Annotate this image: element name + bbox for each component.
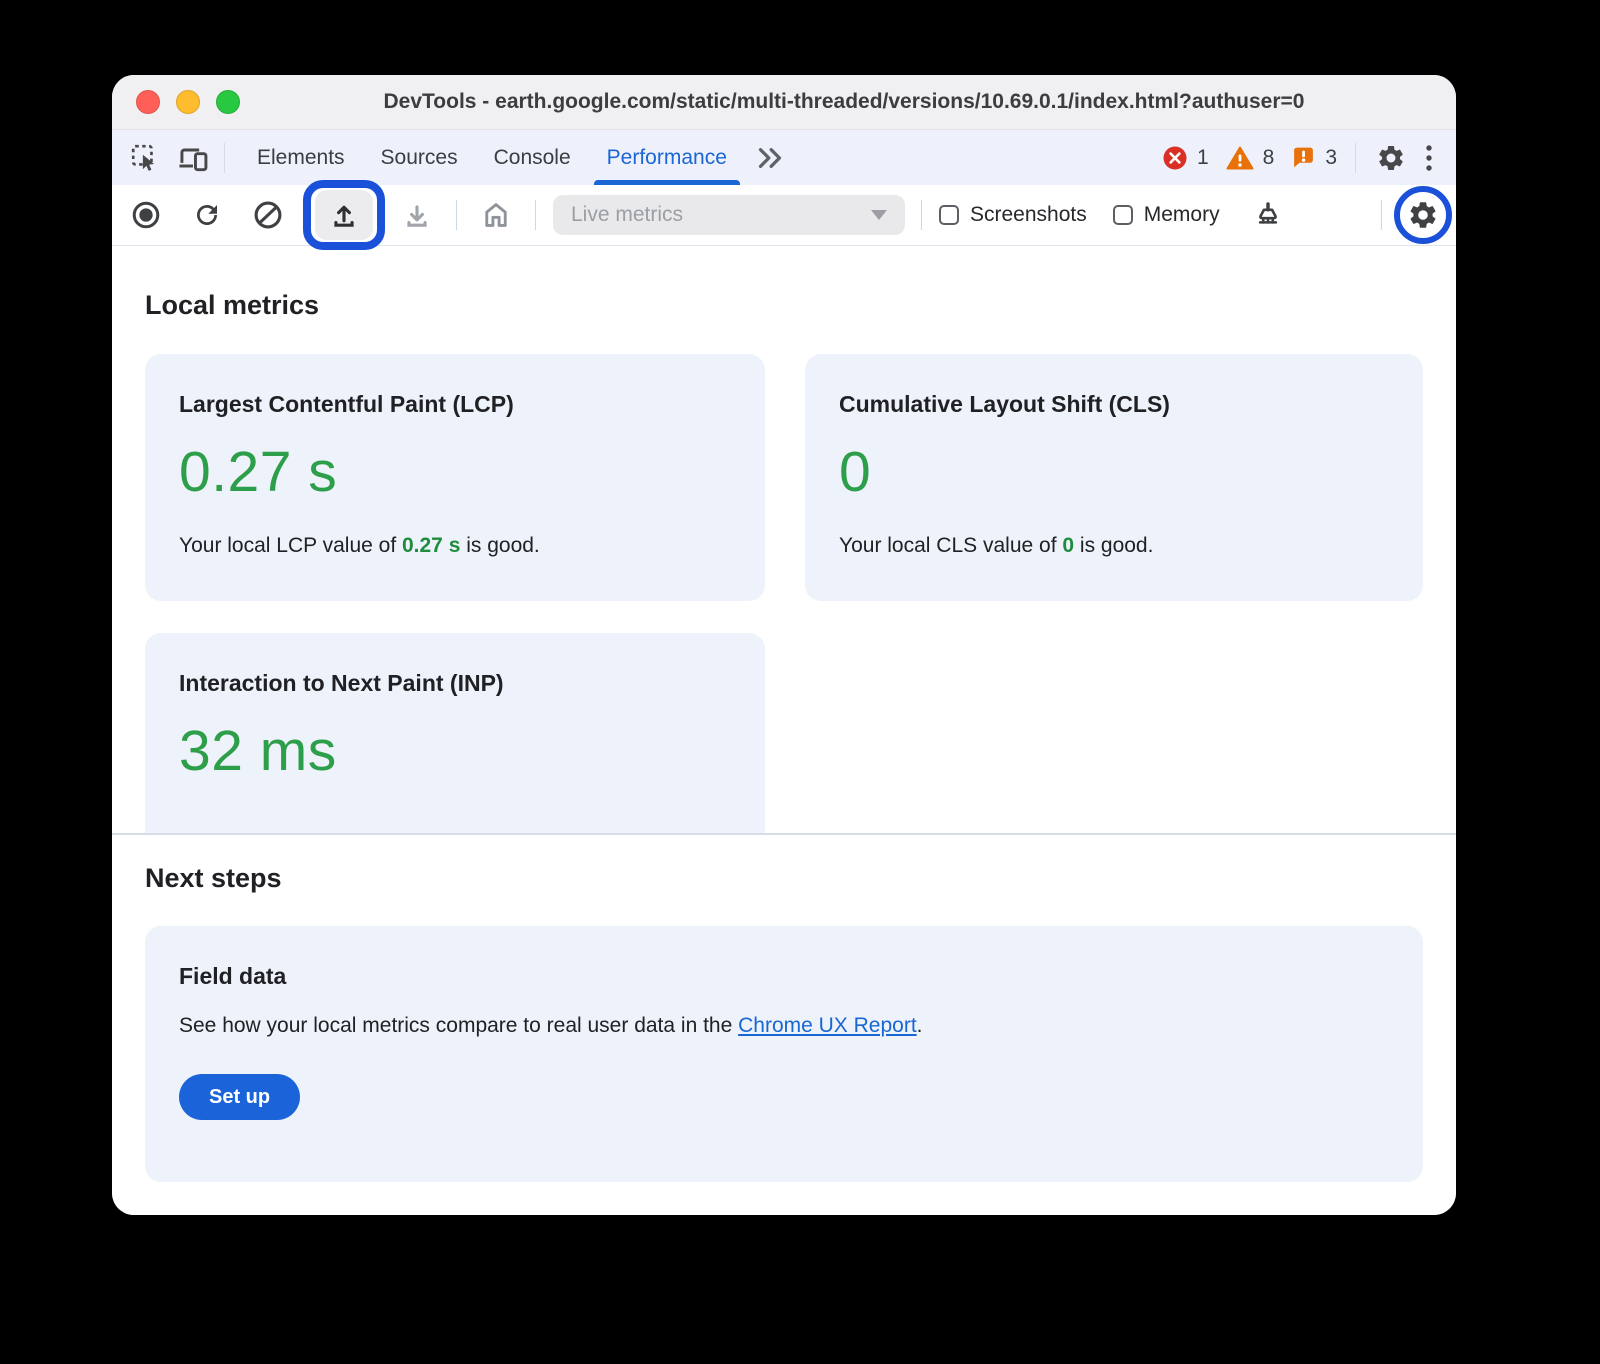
live-metrics-dropdown[interactable]: Live metrics xyxy=(553,195,905,235)
inspect-icon[interactable] xyxy=(126,139,164,177)
home-icon xyxy=(481,200,511,230)
clear-button[interactable] xyxy=(246,193,290,237)
status-badges: 1 8 3 xyxy=(1162,145,1345,171)
minimize-icon[interactable] xyxy=(176,90,200,114)
home-button[interactable] xyxy=(474,193,518,237)
record-icon xyxy=(131,200,161,230)
cls-value: 0 xyxy=(839,439,1389,505)
set-up-button[interactable]: Set up xyxy=(179,1074,300,1120)
kebab-menu-icon[interactable] xyxy=(1416,139,1442,177)
titlebar: DevTools - earth.google.com/static/multi… xyxy=(112,75,1456,130)
field-data-title: Field data xyxy=(179,963,1389,990)
screenshots-checkbox[interactable] xyxy=(939,205,959,225)
tab-elements[interactable]: Elements xyxy=(239,130,363,185)
performance-toolbar: Live metrics Screenshots Memory xyxy=(112,185,1456,246)
more-tabs-icon[interactable] xyxy=(745,130,795,185)
save-profile-button[interactable] xyxy=(395,193,439,237)
window-title: DevTools - earth.google.com/static/multi… xyxy=(242,90,1446,114)
inp-card: Interaction to Next Paint (INP) 32 ms xyxy=(145,633,765,833)
load-profile-button[interactable] xyxy=(315,190,373,240)
next-steps-section: Next steps Field data See how your local… xyxy=(112,835,1456,1182)
upload-icon xyxy=(329,200,359,230)
tab-console[interactable]: Console xyxy=(476,130,589,185)
collect-garbage-icon xyxy=(1253,200,1283,230)
device-toolbar-icon[interactable] xyxy=(174,139,212,177)
lcp-card: Largest Contentful Paint (LCP) 0.27 s Yo… xyxy=(145,354,765,601)
lcp-description: Your local LCP value of 0.27 s is good. xyxy=(179,534,731,558)
next-steps-heading: Next steps xyxy=(145,835,1423,894)
cls-card: Cumulative Layout Shift (CLS) 0 Your loc… xyxy=(805,354,1423,601)
reload-icon xyxy=(192,200,222,230)
dropdown-arrow-icon xyxy=(871,210,887,220)
capture-settings-button[interactable] xyxy=(1407,199,1439,231)
lcp-value: 0.27 s xyxy=(179,439,731,505)
divider xyxy=(921,200,922,230)
tab-performance[interactable]: Performance xyxy=(589,130,745,185)
devtools-window: DevTools - earth.google.com/static/multi… xyxy=(112,75,1456,1215)
panel-tabs: Elements Sources Console Performance xyxy=(239,130,795,185)
block-icon xyxy=(253,200,283,230)
lcp-card-title: Largest Contentful Paint (LCP) xyxy=(179,391,731,418)
memory-checkbox[interactable] xyxy=(1113,205,1133,225)
zoom-icon[interactable] xyxy=(216,90,240,114)
divider xyxy=(535,200,536,230)
gear-icon xyxy=(1407,199,1439,231)
warning-count: 8 xyxy=(1263,146,1275,170)
inp-card-title: Interaction to Next Paint (INP) xyxy=(179,670,731,697)
cls-card-title: Cumulative Layout Shift (CLS) xyxy=(839,391,1389,418)
local-metrics-section: Local metrics Largest Contentful Paint (… xyxy=(112,246,1456,833)
inp-value: 32 ms xyxy=(179,718,731,784)
screenshots-toggle: Screenshots xyxy=(939,203,1087,227)
devtools-tabbar: Elements Sources Console Performance 1 xyxy=(112,130,1456,185)
issues-icon[interactable] xyxy=(1291,145,1316,170)
divider xyxy=(1355,143,1356,173)
collect-garbage-button[interactable] xyxy=(1246,193,1290,237)
error-count: 1 xyxy=(1197,146,1209,170)
settings-button-highlight xyxy=(1394,186,1452,244)
error-icon[interactable] xyxy=(1162,145,1188,171)
reload-button[interactable] xyxy=(185,193,229,237)
memory-toggle: Memory xyxy=(1113,203,1220,227)
local-metrics-heading: Local metrics xyxy=(145,246,1423,321)
download-icon xyxy=(402,200,432,230)
upload-button-highlight xyxy=(303,180,385,250)
tab-sources[interactable]: Sources xyxy=(363,130,476,185)
cls-description: Your local CLS value of 0 is good. xyxy=(839,534,1389,558)
divider xyxy=(1381,200,1382,230)
field-data-description: See how your local metrics compare to re… xyxy=(179,1014,1389,1038)
performance-panel-content: Local metrics Largest Contentful Paint (… xyxy=(112,246,1456,1215)
record-button[interactable] xyxy=(124,193,168,237)
warning-icon[interactable] xyxy=(1226,145,1254,171)
chrome-ux-report-link[interactable]: Chrome UX Report xyxy=(738,1014,917,1037)
close-icon[interactable] xyxy=(136,90,160,114)
divider xyxy=(224,143,225,173)
gear-icon[interactable] xyxy=(1372,139,1410,177)
divider xyxy=(456,200,457,230)
traffic-lights xyxy=(136,90,240,114)
issues-count: 3 xyxy=(1325,146,1337,170)
field-data-card: Field data See how your local metrics co… xyxy=(145,926,1423,1182)
